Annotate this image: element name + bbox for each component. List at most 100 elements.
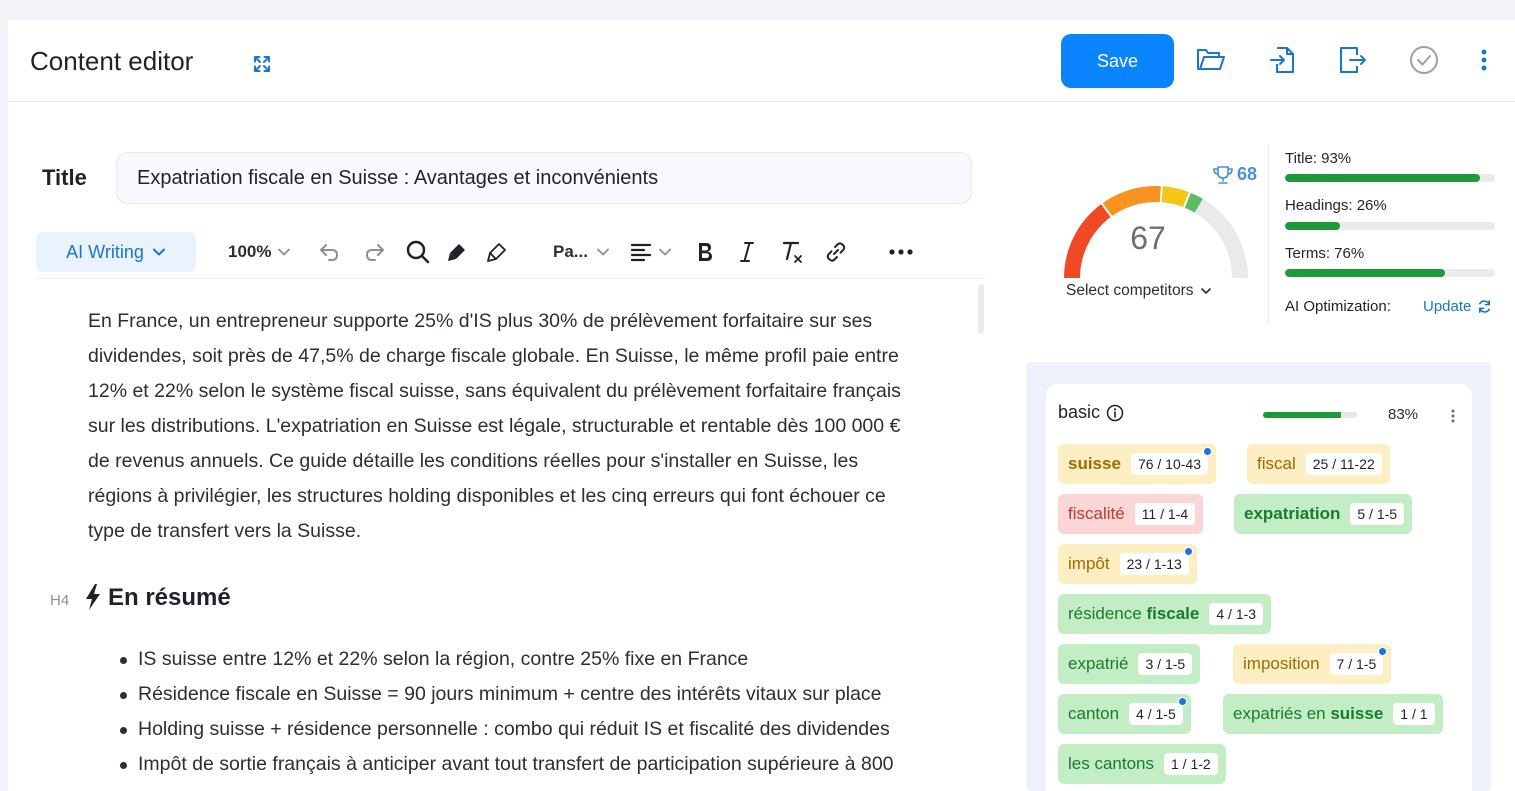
paragraph-style-value: Pa... [553, 242, 588, 261]
select-competitors-label: Select competitors [1066, 282, 1194, 299]
lightning-icon [86, 584, 100, 610]
search-button[interactable] [403, 234, 433, 270]
terms-group-header[interactable]: basic [1058, 402, 1124, 423]
term-chip-les-cantons[interactable]: les cantons 1 / 1-2 [1058, 744, 1226, 784]
title-label: Title [42, 165, 87, 190]
ai-writing-button[interactable]: AI Writing [36, 232, 196, 272]
list-item: Holding suisse + résidence personnelle :… [120, 712, 988, 747]
metric-fill [1285, 269, 1445, 277]
gauge-separator [1159, 185, 1163, 204]
search-icon [406, 240, 430, 264]
paragraph-style-select[interactable]: Pa... [553, 234, 610, 270]
target-score: 68 [1212, 164, 1257, 185]
term-chip-expatriation[interactable]: expatriation 5 / 1-5 [1234, 494, 1413, 534]
italic-button[interactable] [734, 234, 760, 270]
highlighter-icon [448, 244, 465, 261]
section-heading[interactable]: En résumé [108, 584, 231, 612]
bold-button[interactable] [692, 234, 718, 270]
term-label: canton [1068, 704, 1120, 723]
clear-format-button[interactable] [778, 234, 806, 270]
term-count: 4 / 1-5 [1129, 697, 1187, 725]
paragraph-line: dividendes, soit près de 47,5% de charge… [88, 345, 899, 367]
term-chip-fiscalite[interactable]: fiscalité 11 / 1-4 [1058, 494, 1204, 534]
more-options-button[interactable] [886, 234, 916, 270]
update-label: Update [1423, 298, 1472, 315]
term-count: 7 / 1-5 [1329, 647, 1388, 675]
toolbar-divider [36, 278, 986, 279]
term-chip-expatries-en-suisse[interactable]: expatriés en suisse 1 / 1 [1223, 694, 1443, 734]
paragraph-line: type de transfert vers la Suisse. [88, 520, 362, 542]
term-chip-fiscal[interactable]: fiscal 25 / 11-22 [1247, 444, 1390, 484]
highlighter-button[interactable] [442, 234, 472, 270]
open-folder-icon[interactable] [1195, 44, 1227, 76]
gauge-segment [1101, 186, 1162, 217]
metric-label-title: Title: 93% [1285, 150, 1352, 167]
export-file-icon[interactable] [1337, 44, 1369, 76]
align-select[interactable] [630, 234, 672, 270]
list-item: Résidence fiscale en Suisse = 90 jours m… [120, 677, 988, 712]
title-input[interactable] [116, 152, 972, 204]
heading-level-tag: H4 [50, 592, 70, 609]
editor-scrollbar[interactable] [978, 284, 984, 334]
select-competitors-dropdown[interactable]: Select competitors [1066, 282, 1212, 300]
term-chip-imposition[interactable]: imposition 7 / 1-5 [1233, 644, 1392, 684]
target-score-value: 68 [1237, 164, 1258, 184]
term-dot [1177, 697, 1187, 706]
page-title: Content editor [30, 46, 194, 76]
more-vertical-icon[interactable] [1448, 406, 1458, 426]
check-circle-icon[interactable] [1408, 44, 1440, 76]
metric-bar-terms [1285, 269, 1495, 277]
paragraph-line: 12% et 22% selon le système fiscal suiss… [88, 380, 901, 402]
editor-paragraph[interactable]: En France, un entrepreneur supporte 25% … [88, 304, 968, 549]
term-chip-expatrie[interactable]: expatrié 3 / 1-5 [1058, 644, 1201, 684]
term-chip-residence-fiscale[interactable]: résidence fiscale 4 / 1-3 [1058, 594, 1272, 634]
terms-group-label: basic [1058, 402, 1101, 422]
metric-bar-title [1285, 174, 1495, 182]
term-label: expatriés en suisse [1233, 704, 1384, 723]
chevron-down-icon [597, 248, 609, 256]
bold-icon [699, 243, 712, 261]
summary-list[interactable]: IS suisse entre 12% et 22% selon la régi… [120, 642, 988, 782]
term-count: 1 / 1 [1393, 703, 1435, 725]
link-button[interactable] [822, 234, 850, 270]
term-count: 23 / 1-13 [1119, 547, 1193, 575]
gauge-segment [1183, 192, 1203, 213]
term-label: fiscalité [1068, 504, 1125, 523]
term-chip-canton[interactable]: canton 4 / 1-5 [1058, 694, 1191, 734]
chevron-down-icon [1200, 288, 1211, 294]
term-label: impôt [1068, 554, 1110, 573]
term-count: 1 / 1-2 [1164, 753, 1218, 775]
header: Content editor Save [8, 20, 1515, 102]
metric-label-headings: Headings: 26% [1285, 197, 1387, 214]
term-count: 25 / 11-22 [1305, 453, 1382, 475]
editor-panel: Content editor Save Title Expatriation f… [8, 20, 1515, 791]
term-chip-suisse[interactable]: suisse 76 / 10-43 [1058, 444, 1216, 484]
save-button[interactable]: Save [1061, 34, 1174, 88]
update-button[interactable]: Update [1423, 298, 1492, 315]
term-label: imposition [1243, 654, 1320, 673]
content-score: 67 [1130, 220, 1166, 256]
zoom-select[interactable]: 100% [228, 234, 291, 270]
term-chip-impot[interactable]: impôt 23 / 1-13 [1058, 544, 1197, 584]
term-count: 76 / 10-43 [1130, 447, 1212, 475]
info-icon[interactable] [1106, 404, 1124, 422]
eraser-button[interactable] [482, 234, 512, 270]
redo-button[interactable] [360, 234, 390, 270]
align-left-icon [630, 243, 652, 262]
undo-button[interactable] [314, 234, 344, 270]
more-vertical-icon[interactable] [1468, 44, 1500, 76]
term-dot [1378, 647, 1388, 656]
zoom-value: 100% [228, 242, 272, 261]
chevron-down-icon [659, 248, 671, 256]
terms-group-progress [1263, 412, 1357, 418]
term-count: 3 / 1-5 [1138, 653, 1193, 675]
paragraph-line: En France, un entrepreneur supporte 25% … [88, 310, 873, 332]
list-item: IS suisse entre 12% et 22% selon la régi… [120, 642, 988, 677]
list-item: Impôt de sortie français à anticiper ava… [120, 747, 988, 782]
import-file-icon[interactable] [1267, 44, 1299, 76]
term-count: 4 / 1-3 [1209, 603, 1264, 625]
refresh-icon [1479, 300, 1491, 313]
term-dot [1183, 547, 1193, 556]
chevron-down-icon [152, 248, 165, 256]
expand-icon[interactable] [252, 54, 272, 74]
